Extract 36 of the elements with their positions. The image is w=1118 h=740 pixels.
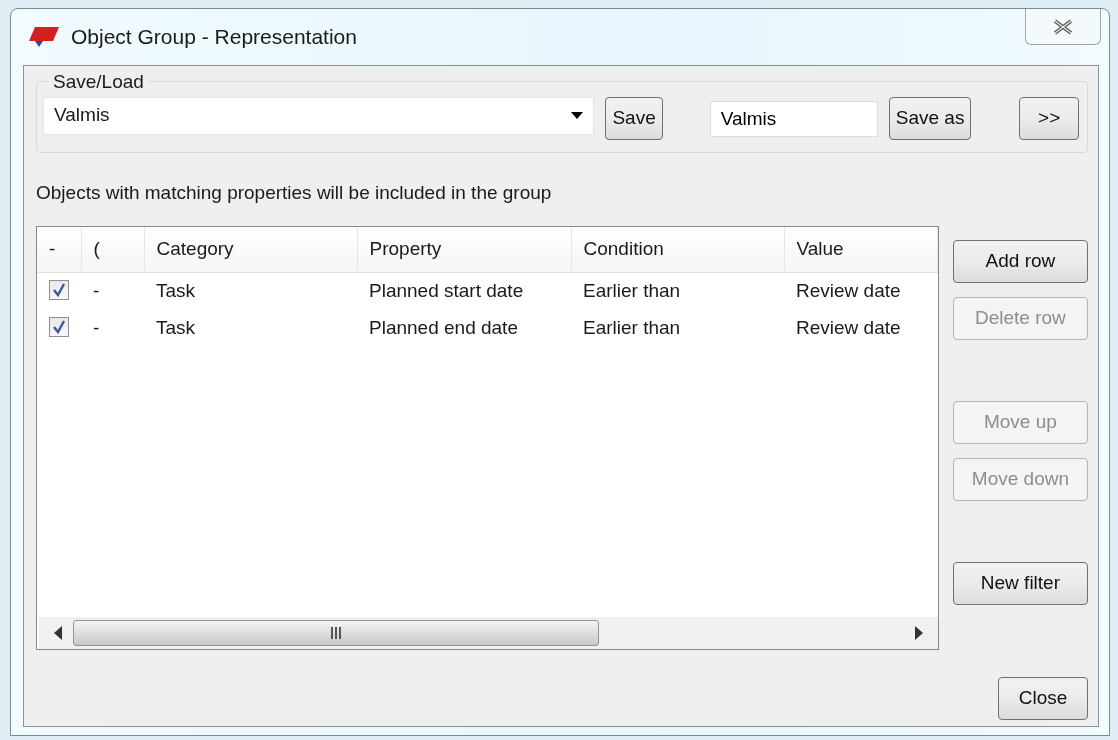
table-cell: Review date — [796, 280, 901, 301]
save-button[interactable]: Save — [605, 97, 663, 140]
scroll-left-icon[interactable] — [53, 625, 63, 640]
row-checkbox[interactable] — [49, 280, 69, 300]
close-button[interactable]: Close — [998, 677, 1088, 720]
column-header[interactable]: Category — [144, 226, 357, 273]
table-cell: Earlier than — [583, 280, 681, 301]
table-cell: - — [93, 280, 100, 301]
close-icon[interactable] — [1025, 9, 1101, 45]
column-header[interactable]: Property — [357, 226, 571, 273]
scrollbar-thumb[interactable] — [73, 619, 599, 646]
table-cell: Planned start date — [369, 280, 524, 301]
column-header[interactable]: - — [37, 226, 81, 273]
name-field[interactable]: Valmis — [709, 100, 878, 137]
save-as-button[interactable]: Save as — [888, 97, 972, 140]
action-button[interactable]: New filter — [952, 561, 1088, 605]
table-cell: Task — [156, 316, 196, 338]
table-cell: Earlier than — [583, 316, 681, 338]
preset-dropdown[interactable]: Valmis — [43, 96, 595, 135]
table-cell: Task — [156, 280, 196, 301]
group-legend: Save/Load — [49, 72, 148, 91]
table-cell: Review date — [796, 316, 901, 338]
table-cell: - — [93, 316, 100, 338]
column-header[interactable]: ( — [81, 226, 144, 273]
row-checkbox[interactable] — [49, 316, 69, 337]
app-logo-icon — [27, 25, 61, 49]
caret-icon[interactable] — [571, 111, 584, 120]
column-header[interactable]: Value — [784, 226, 938, 273]
window-title: Object Group - Representation — [71, 24, 357, 51]
expand-button[interactable]: >> — [1019, 97, 1079, 140]
column-header[interactable]: Condition — [571, 226, 784, 273]
action-button[interactable]: Add row — [952, 239, 1088, 283]
table-cell: Planned end date — [369, 316, 518, 338]
horizontal-scrollbar[interactable] — [39, 616, 938, 649]
instruction-text: Objects with matching properties will be included in the group — [36, 181, 553, 205]
scroll-right-icon[interactable] — [913, 625, 924, 640]
